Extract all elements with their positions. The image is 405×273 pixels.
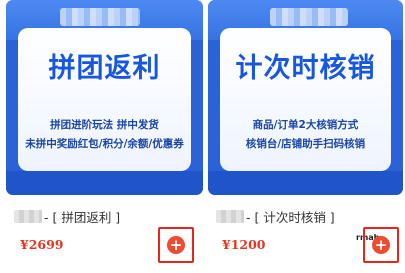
product-name[interactable]: - [ 拼团返利 ] (44, 207, 120, 226)
banner-subtitle: 核销台/店铺助手扫码核销 (245, 138, 366, 150)
blurred-shop-name (60, 8, 140, 26)
add-to-cart-highlight[interactable]: + (158, 227, 194, 263)
product-name[interactable]: - [ 计次时核销 ] (246, 207, 335, 226)
plus-circle-icon[interactable]: + (372, 236, 390, 254)
banner-bottom-stripe (6, 171, 203, 195)
product-price: ¥2699 (20, 237, 64, 252)
blurred-shop-name (270, 8, 348, 26)
add-to-cart-highlight[interactable]: + (363, 227, 399, 263)
product-image[interactable]: 计次时核销 商品/订单2大核销方式 核销台/店铺助手扫码核销 (208, 0, 403, 195)
banner-bottom-stripe (208, 171, 403, 195)
product-name-row[interactable]: - [ 拼团返利 ] (14, 207, 195, 226)
product-card[interactable]: 计次时核销 商品/订单2大核销方式 核销台/店铺助手扫码核销 - [ 计次时核销… (208, 0, 403, 273)
product-name-row[interactable]: - [ 计次时核销 ] (216, 207, 395, 226)
product-grid: 拼团返利 拼团进阶玩法 拼中发货 未拼中奖励红包/积分/余额/优惠券 - [ 拼… (0, 0, 405, 273)
blurred-shop-prefix (216, 209, 244, 223)
product-price: ¥1200 (222, 237, 266, 252)
product-card[interactable]: 拼团返利 拼团进阶玩法 拼中发货 未拼中奖励红包/积分/余额/优惠券 - [ 拼… (6, 0, 203, 273)
banner-title: 拼团返利 (48, 53, 161, 84)
product-image[interactable]: 拼团返利 拼团进阶玩法 拼中发货 未拼中奖励红包/积分/余额/优惠券 (6, 0, 203, 195)
banner-subtitle: 未拼中奖励红包/积分/余额/优惠券 (25, 138, 184, 150)
blurred-shop-prefix (14, 209, 42, 223)
banner-subtitle: 拼团进阶玩法 拼中发货 (50, 119, 159, 131)
plus-circle-icon[interactable]: + (167, 236, 185, 254)
banner-subtitle: 商品/订单2大核销方式 (252, 119, 359, 131)
banner-title: 计次时核销 (235, 53, 376, 84)
